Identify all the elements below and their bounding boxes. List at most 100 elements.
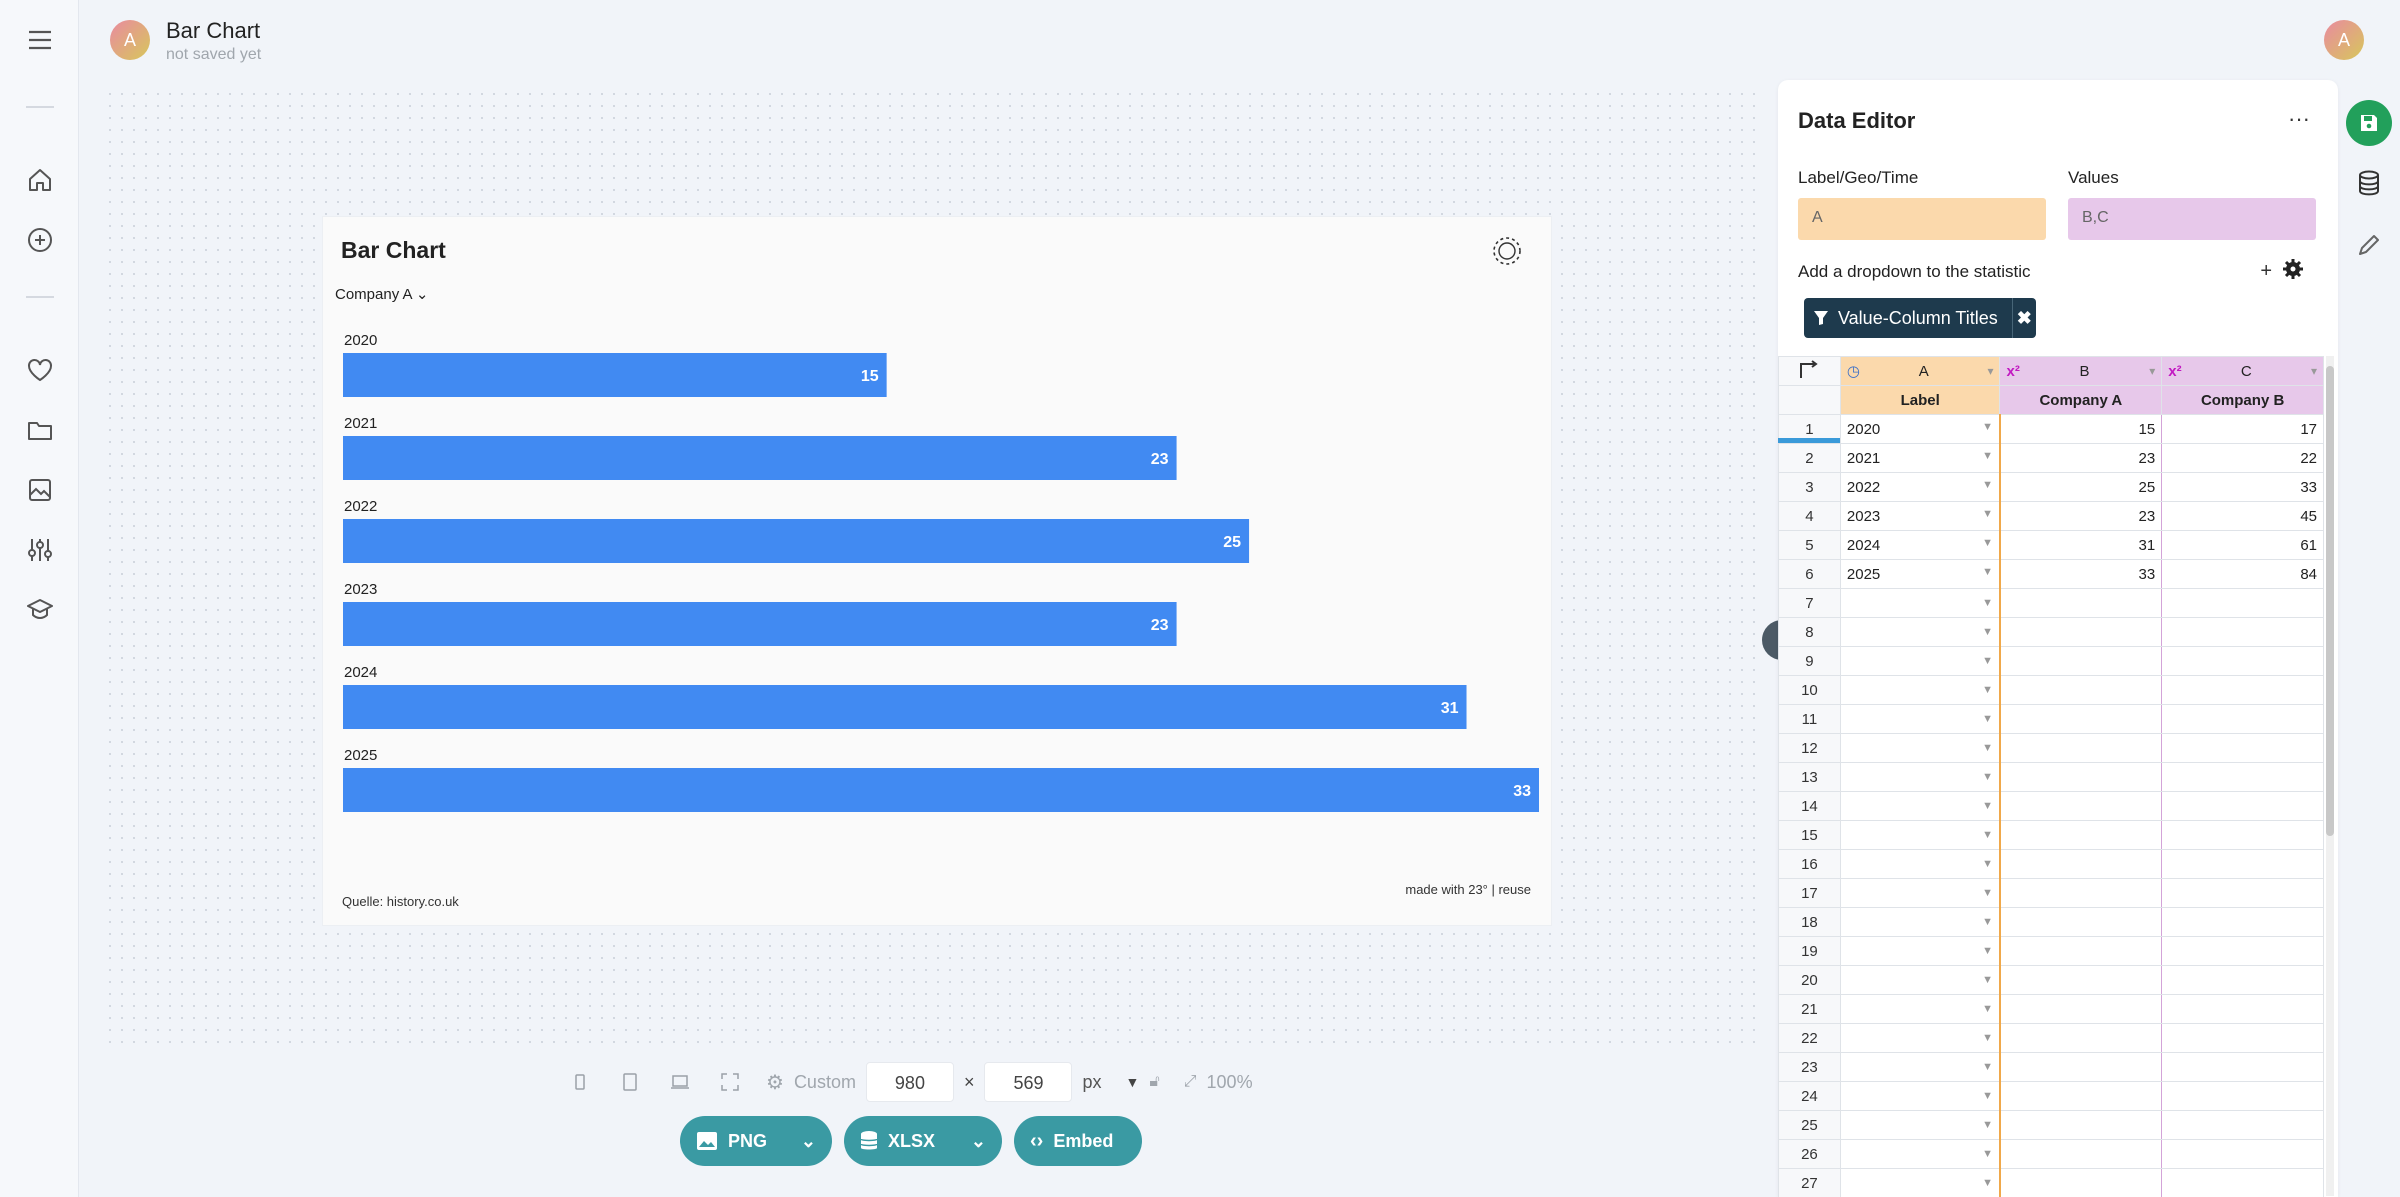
- pencil-icon[interactable]: [2346, 222, 2392, 268]
- value-cell-c[interactable]: [2161, 936, 2324, 966]
- label-cell[interactable]: ▼: [1839, 994, 2001, 1024]
- value-cell-c[interactable]: [2161, 1139, 2324, 1169]
- value-cell-c[interactable]: 22: [2161, 443, 2324, 473]
- value-cell-b[interactable]: [1999, 791, 2163, 821]
- account-avatar[interactable]: A: [2324, 20, 2364, 60]
- values-column-input[interactable]: B,C: [2068, 198, 2316, 240]
- value-cell-b[interactable]: 25: [1999, 472, 2163, 502]
- bar[interactable]: [343, 519, 1250, 563]
- remove-chip-icon[interactable]: ✖: [2011, 298, 2036, 338]
- column-filter-icon[interactable]: ▾: [2149, 364, 2155, 378]
- column-header-b[interactable]: x² B ▾: [1999, 356, 2163, 386]
- row-number[interactable]: 19: [1778, 936, 1841, 966]
- value-cell-b[interactable]: [1999, 965, 2163, 995]
- cell-dropdown-icon[interactable]: ▼: [1982, 800, 1993, 812]
- label-cell[interactable]: ▼: [1839, 1081, 2001, 1111]
- cell-dropdown-icon[interactable]: ▼: [1982, 1090, 1993, 1102]
- label-cell[interactable]: ▼: [1839, 849, 2001, 879]
- row-number[interactable]: 2: [1778, 443, 1841, 473]
- value-cell-b[interactable]: [1999, 617, 2163, 647]
- value-cell-c[interactable]: [2161, 1168, 2324, 1197]
- row-number[interactable]: 7: [1778, 588, 1841, 618]
- cell-dropdown-icon[interactable]: ▼: [1982, 508, 1993, 520]
- sliders-icon[interactable]: [24, 534, 56, 566]
- label-cell[interactable]: ▼: [1839, 965, 2001, 995]
- menu-icon[interactable]: [24, 24, 56, 56]
- cell-dropdown-icon[interactable]: ▼: [1982, 597, 1993, 609]
- label-cell[interactable]: ▼: [1839, 762, 2001, 792]
- value-cell-c[interactable]: [2161, 1110, 2324, 1140]
- cell-dropdown-icon[interactable]: ▼: [1982, 916, 1993, 928]
- more-options-icon[interactable]: ···: [2288, 106, 2310, 132]
- row-number[interactable]: 15: [1778, 820, 1841, 850]
- label-cell[interactable]: ▼: [1839, 1052, 2001, 1082]
- value-cell-c[interactable]: [2161, 994, 2324, 1024]
- label-cell[interactable]: ▼: [1839, 704, 2001, 734]
- value-cell-b[interactable]: 15: [1999, 414, 2163, 444]
- row-number[interactable]: 3: [1778, 472, 1841, 502]
- cell-dropdown-icon[interactable]: ▼: [1982, 450, 1993, 462]
- add-dropdown-plus-icon[interactable]: +: [2260, 260, 2272, 283]
- column-header-c[interactable]: x² C ▾: [2161, 356, 2324, 386]
- value-cell-b[interactable]: [1999, 1139, 2163, 1169]
- document-title[interactable]: Bar Chart: [166, 18, 260, 44]
- column-title-cell[interactable]: Company B: [2161, 385, 2324, 415]
- value-cell-b[interactable]: [1999, 907, 2163, 937]
- value-cell-c[interactable]: 61: [2161, 530, 2324, 560]
- label-cell[interactable]: ▼: [1839, 791, 2001, 821]
- value-cell-b[interactable]: 23: [1999, 501, 2163, 531]
- row-number[interactable]: 21: [1778, 994, 1841, 1024]
- row-number[interactable]: 26: [1778, 1139, 1841, 1169]
- phone-size-icon[interactable]: [560, 1062, 600, 1102]
- cell-dropdown-icon[interactable]: ▼: [1982, 974, 1993, 986]
- cell-dropdown-icon[interactable]: ▼: [1982, 421, 1993, 433]
- label-cell[interactable]: ▼: [1839, 675, 2001, 705]
- value-cell-c[interactable]: [2161, 791, 2324, 821]
- image-icon[interactable]: [24, 474, 56, 506]
- value-column-titles-chip[interactable]: Value-Column Titles ✖: [1804, 298, 2036, 338]
- row-number[interactable]: 23: [1778, 1052, 1841, 1082]
- value-cell-b[interactable]: [1999, 820, 2163, 850]
- laptop-size-icon[interactable]: [660, 1062, 700, 1102]
- transpose-icon[interactable]: [1778, 356, 1841, 386]
- label-cell[interactable]: ▼: [1839, 617, 2001, 647]
- width-input[interactable]: 980: [865, 1062, 954, 1102]
- grid-scrollbar[interactable]: [2326, 356, 2334, 1196]
- add-circle-icon[interactable]: [24, 224, 56, 256]
- export-png-button[interactable]: PNG ⌄: [680, 1116, 832, 1166]
- cell-dropdown-icon[interactable]: ▼: [1982, 1032, 1993, 1044]
- value-cell-b[interactable]: [1999, 878, 2163, 908]
- column-header-a[interactable]: ◷ A ▾: [1839, 356, 2001, 386]
- row-number[interactable]: 27: [1778, 1168, 1841, 1197]
- value-cell-c[interactable]: [2161, 646, 2324, 676]
- column-title-cell[interactable]: Company A: [1999, 385, 2163, 415]
- heart-icon[interactable]: [24, 354, 56, 386]
- preset-label[interactable]: Custom: [794, 1072, 856, 1093]
- row-number[interactable]: 18: [1778, 907, 1841, 937]
- label-cell[interactable]: 2021 ▼: [1839, 443, 2001, 473]
- row-number[interactable]: 17: [1778, 878, 1841, 908]
- value-cell-b[interactable]: [1999, 1168, 2163, 1197]
- graduation-cap-icon[interactable]: [24, 594, 56, 626]
- bar[interactable]: [343, 436, 1177, 480]
- row-number[interactable]: 16: [1778, 849, 1841, 879]
- value-cell-c[interactable]: [2161, 907, 2324, 937]
- value-cell-c[interactable]: [2161, 617, 2324, 647]
- tablet-size-icon[interactable]: [610, 1062, 650, 1102]
- fullscreen-icon[interactable]: [710, 1062, 750, 1102]
- label-cell[interactable]: ▼: [1839, 733, 2001, 763]
- row-number[interactable]: 5: [1778, 530, 1841, 560]
- value-cell-c[interactable]: [2161, 849, 2324, 879]
- cell-dropdown-icon[interactable]: ▼: [1982, 1148, 1993, 1160]
- cell-dropdown-icon[interactable]: ▼: [1982, 684, 1993, 696]
- folder-icon[interactable]: [24, 414, 56, 446]
- user-avatar[interactable]: A: [110, 20, 150, 60]
- cell-dropdown-icon[interactable]: ▼: [1982, 479, 1993, 491]
- chart-series-dropdown[interactable]: Company A ⌄: [335, 285, 428, 303]
- fit-size-icon[interactable]: ⤢: [1184, 1073, 1197, 1091]
- row-number[interactable]: 4: [1778, 501, 1841, 531]
- cell-dropdown-icon[interactable]: ▼: [1982, 1061, 1993, 1073]
- label-cell[interactable]: ▼: [1839, 1168, 2001, 1197]
- cell-dropdown-icon[interactable]: ▼: [1982, 713, 1993, 725]
- scrollbar-thumb[interactable]: [2326, 366, 2334, 836]
